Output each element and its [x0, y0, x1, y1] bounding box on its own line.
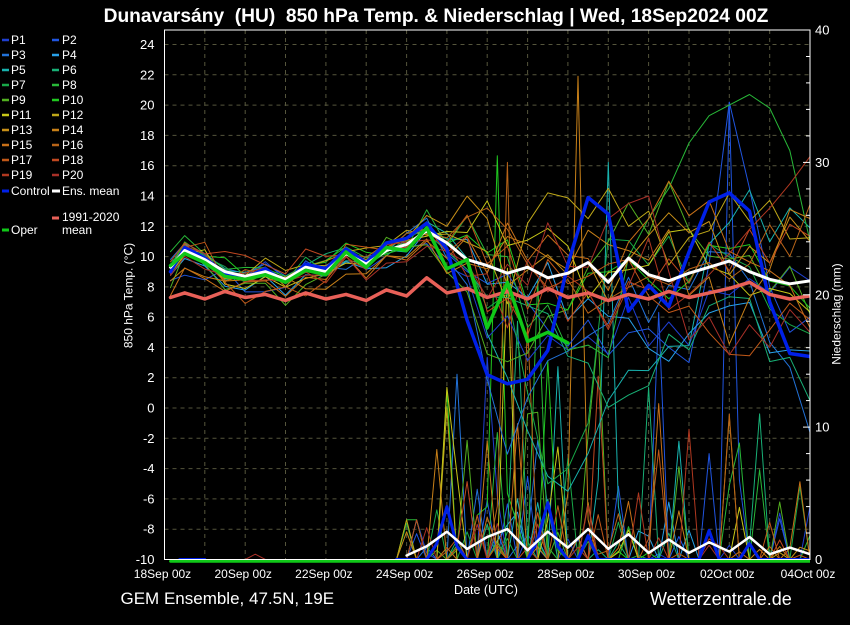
svg-text:P9: P9 [11, 93, 26, 107]
svg-text:18: 18 [140, 128, 154, 143]
svg-text:10: 10 [140, 249, 154, 264]
svg-text:P13: P13 [11, 123, 33, 137]
svg-text:40: 40 [815, 23, 829, 38]
svg-text:18Sep 00z: 18Sep 00z [134, 567, 191, 581]
svg-text:20: 20 [140, 98, 154, 113]
svg-text:P20: P20 [62, 168, 84, 182]
svg-text:-8: -8 [143, 522, 155, 537]
svg-text:850 hPa Temp. (°C): 850 hPa Temp. (°C) [122, 243, 136, 348]
svg-text:30: 30 [815, 155, 829, 170]
svg-text:-2: -2 [143, 431, 155, 446]
svg-text:-4: -4 [143, 461, 155, 476]
svg-text:Niederschlag (mm): Niederschlag (mm) [830, 263, 844, 364]
svg-text:4: 4 [147, 340, 154, 355]
svg-text:P15: P15 [11, 138, 33, 152]
svg-text:22: 22 [140, 67, 154, 82]
svg-text:P12: P12 [62, 108, 84, 122]
svg-text:14: 14 [140, 188, 154, 203]
svg-text:6: 6 [147, 310, 154, 325]
svg-text:Date (UTC): Date (UTC) [454, 583, 518, 597]
svg-text:GEM Ensemble, 47.5N, 19E: GEM Ensemble, 47.5N, 19E [121, 589, 335, 608]
svg-text:10: 10 [815, 420, 829, 435]
svg-text:24Sep 00z: 24Sep 00z [376, 567, 433, 581]
svg-text:P1: P1 [11, 33, 26, 47]
svg-text:02Oct 00z: 02Oct 00z [700, 567, 755, 581]
svg-text:P7: P7 [11, 78, 26, 92]
svg-text:22Sep 00z: 22Sep 00z [295, 567, 352, 581]
svg-text:P19: P19 [11, 168, 33, 182]
svg-text:8: 8 [147, 279, 154, 294]
svg-text:Oper: Oper [11, 223, 38, 237]
svg-text:P17: P17 [11, 153, 33, 167]
svg-text:P18: P18 [62, 153, 84, 167]
svg-text:P11: P11 [11, 108, 32, 122]
svg-text:Wetterzentrale.de: Wetterzentrale.de [650, 589, 792, 609]
svg-text:P4: P4 [62, 48, 77, 62]
svg-text:P16: P16 [62, 138, 84, 152]
svg-text:P3: P3 [11, 48, 26, 62]
svg-text:0: 0 [147, 401, 154, 416]
svg-text:20: 20 [815, 287, 829, 302]
svg-text:16: 16 [140, 158, 154, 173]
svg-text:Control: Control [11, 184, 50, 198]
svg-text:P2: P2 [62, 33, 77, 47]
svg-text:Ens. mean: Ens. mean [62, 184, 119, 198]
svg-text:0: 0 [815, 552, 822, 567]
svg-text:P8: P8 [62, 78, 77, 92]
svg-text:30Sep 00z: 30Sep 00z [618, 567, 675, 581]
svg-text:1991-2020: 1991-2020 [62, 210, 120, 224]
svg-text:28Sep 00z: 28Sep 00z [537, 567, 594, 581]
svg-text:20Sep 00z: 20Sep 00z [214, 567, 271, 581]
svg-text:12: 12 [140, 219, 154, 234]
svg-text:P5: P5 [11, 63, 26, 77]
svg-text:mean: mean [62, 223, 92, 237]
svg-text:Dunavarsány (HU) 850 hPa Tem: Dunavarsány (HU) 850 hPa Temp. & Nieders… [104, 6, 769, 27]
svg-text:P14: P14 [62, 123, 84, 137]
svg-text:2: 2 [147, 370, 154, 385]
svg-text:-10: -10 [136, 552, 155, 567]
svg-text:-6: -6 [143, 491, 155, 506]
svg-text:24: 24 [140, 37, 154, 52]
svg-text:P6: P6 [62, 63, 77, 77]
svg-text:P10: P10 [62, 93, 84, 107]
svg-text:26Sep 00z: 26Sep 00z [457, 567, 514, 581]
svg-text:04Oct 00z: 04Oct 00z [781, 567, 836, 581]
